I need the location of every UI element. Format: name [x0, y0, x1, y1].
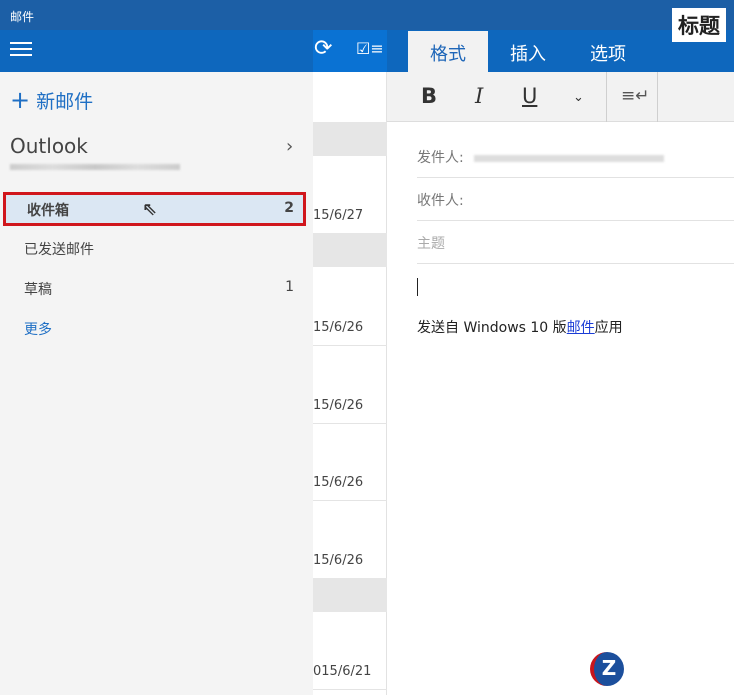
message-date[interactable]: 015/6/21 [313, 664, 371, 679]
style-heading-button[interactable]: 标题 [672, 8, 726, 42]
email-body[interactable]: 发送自 Windows 10 版邮件应用 [417, 317, 623, 337]
new-mail-label: 新邮件 [36, 91, 94, 113]
folder-inbox[interactable]: 收件箱 2 ⇖ [3, 192, 306, 226]
sync-icon[interactable]: ⟳ [314, 36, 332, 61]
unread-count: 2 [284, 200, 294, 216]
mail-app-link[interactable]: 邮件 [567, 320, 595, 336]
to-field[interactable]: 收件人: [417, 178, 734, 221]
tab-insert[interactable]: 插入 [488, 31, 568, 72]
tab-options[interactable]: 选项 [568, 31, 648, 72]
mouse-cursor-icon: ⇖ [142, 199, 158, 220]
message-date[interactable]: 15/6/26 [313, 320, 363, 335]
message-date[interactable]: 15/6/27 [313, 208, 363, 223]
folder-label: 草稿 [24, 282, 52, 298]
window-title: 邮件 [0, 0, 734, 30]
from-email-blurred [473, 155, 664, 162]
folder-more[interactable]: 更多 [6, 311, 304, 345]
underline-button[interactable]: U [522, 84, 537, 108]
folder-sent[interactable]: 已发送邮件 [6, 231, 304, 265]
new-mail-button[interactable]: + 新邮件 [10, 86, 93, 114]
account-name[interactable]: Outlook [10, 134, 88, 158]
chevron-right-icon[interactable]: › [286, 136, 293, 157]
message-list: 15/6/27 15/6/26 15/6/26 15/6/26 15/6/26 … [313, 72, 387, 695]
folder-drafts[interactable]: 草稿 1 [6, 271, 304, 305]
z-logo-icon: Z [590, 652, 624, 686]
message-date[interactable]: 15/6/26 [313, 553, 363, 568]
account-email-blurred [10, 164, 180, 170]
select-mode-icon[interactable]: ☑≡ [356, 39, 384, 58]
text-cursor [417, 278, 418, 296]
to-label: 收件人: [417, 193, 464, 209]
italic-button[interactable]: I [475, 84, 483, 108]
format-toolbar: B I U ⌄ ≡↵ [387, 72, 734, 122]
chevron-down-icon[interactable]: ⌄ [573, 90, 584, 105]
message-date[interactable]: 15/6/26 [313, 398, 363, 413]
plus-icon: + [10, 86, 31, 114]
navigation-pane: + 新邮件 Outlook › 收件箱 2 ⇖ 已发送邮件 草稿 1 更多 [0, 72, 313, 695]
paragraph-format-icon[interactable]: ≡↵ [621, 86, 650, 106]
bold-button[interactable]: B [421, 84, 437, 108]
signature-text: 发送自 Windows 10 版 [417, 320, 567, 336]
folder-label: 收件箱 [27, 203, 69, 219]
from-label: 发件人: [417, 150, 464, 166]
hamburger-menu-icon[interactable] [10, 42, 32, 56]
message-date[interactable]: 15/6/26 [313, 475, 363, 490]
draft-count: 1 [285, 279, 294, 295]
signature-text-end: 应用 [594, 320, 623, 336]
from-field: 发件人: [417, 135, 734, 178]
folder-label: 已发送邮件 [24, 242, 94, 258]
subject-input[interactable]: 主题 [417, 221, 734, 264]
tab-format[interactable]: 格式 [408, 31, 488, 72]
folder-label: 更多 [24, 322, 52, 338]
